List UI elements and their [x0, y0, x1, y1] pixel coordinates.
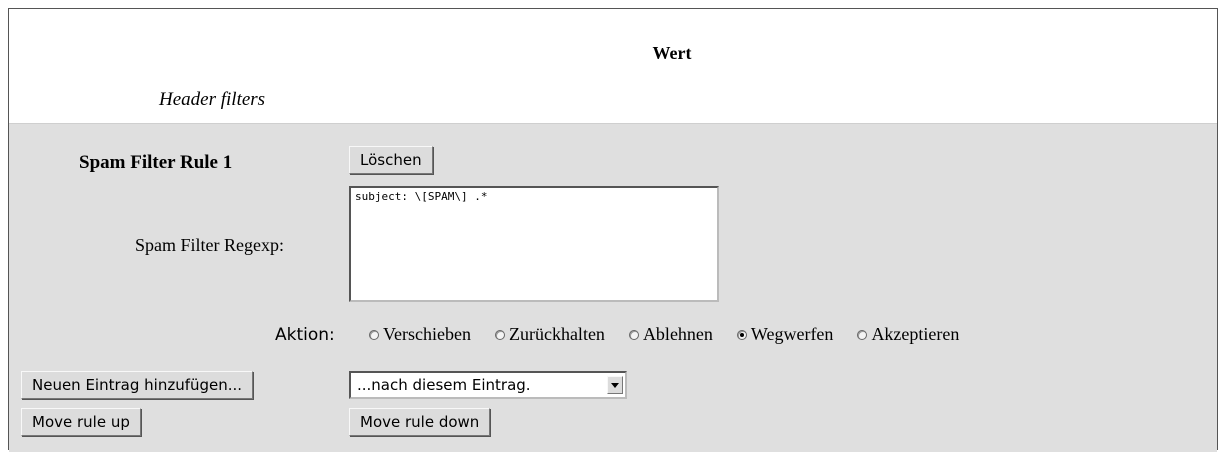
- move-rule-up-button[interactable]: Move rule up: [21, 408, 141, 436]
- filter-table: Wert Header filters Spam Filter Rule 1 L…: [8, 8, 1218, 452]
- radio-label: Ablehnen: [642, 324, 713, 344]
- section-title: Header filters: [159, 89, 266, 110]
- chevron-down-icon[interactable]: [607, 376, 623, 394]
- rule-panel: Spam Filter Rule 1 Löschen Spam Filter R…: [9, 123, 1217, 452]
- radio-label: Verschieben: [383, 324, 471, 344]
- radio-button[interactable]: [628, 329, 639, 340]
- radio-label: Zurückhalten: [508, 324, 605, 344]
- radio-label: Akzeptieren: [871, 324, 960, 344]
- action-option-akzeptieren[interactable]: Akzeptieren: [857, 324, 959, 345]
- radio-label: Wegwerfen: [750, 324, 834, 344]
- rule-title: Spam Filter Rule 1: [79, 152, 233, 173]
- action-label: Aktion:: [275, 325, 335, 345]
- action-option-wegwerfen[interactable]: Wegwerfen: [736, 324, 834, 345]
- move-rule-down-button[interactable]: Move rule down: [349, 408, 491, 436]
- radio-button[interactable]: [857, 329, 868, 340]
- column-header-wert: Wert: [652, 43, 692, 63]
- action-option-ablehnen[interactable]: Ablehnen: [628, 324, 713, 345]
- action-radio-group: Verschieben Zurückhalten Ablehnen Wegwer…: [369, 324, 959, 345]
- add-entry-button[interactable]: Neuen Eintrag hinzufügen...: [21, 371, 254, 399]
- regexp-textarea[interactable]: subject: \[SPAM\] .*: [349, 186, 719, 302]
- position-select-value: ...nach diesem Eintrag.: [357, 376, 531, 394]
- radio-button[interactable]: [369, 329, 379, 340]
- radio-button[interactable]: [494, 329, 505, 340]
- radio-button-selected[interactable]: [736, 329, 747, 340]
- action-option-verschieben[interactable]: Verschieben: [369, 324, 471, 345]
- position-select[interactable]: ...nach diesem Eintrag.: [349, 371, 627, 399]
- delete-rule-button[interactable]: Löschen: [349, 146, 433, 174]
- regexp-label: Spam Filter Regexp:: [135, 235, 284, 255]
- action-option-zurueckhalten[interactable]: Zurückhalten: [494, 324, 605, 345]
